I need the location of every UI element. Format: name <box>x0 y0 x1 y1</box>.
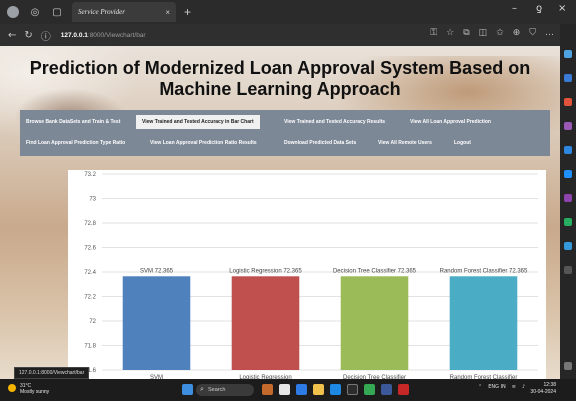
back-icon[interactable]: ← <box>8 30 16 41</box>
y-tick-label: 72.2 <box>84 295 96 301</box>
language-indicator[interactable]: ENG IN <box>488 384 506 390</box>
browser-tab-bar: ◎ ▢ Service Provider × + – ƍ × <box>0 0 576 24</box>
taskbar-search[interactable]: ⌕ Search <box>196 384 254 396</box>
split-screen-icon[interactable]: ◫ <box>479 28 488 38</box>
extension-icon[interactable]: ⧉ <box>463 28 469 38</box>
widgets-icon[interactable] <box>262 384 273 395</box>
app-icon[interactable] <box>381 384 392 395</box>
url-path: :8000/Viewchart/bar <box>87 31 146 39</box>
menu-item-prediction-type-ratio[interactable]: Find Loan Approval Prediction Type Ratio <box>20 136 131 150</box>
refresh-icon[interactable]: ↻ <box>24 30 32 41</box>
system-tray: ⌃ ENG IN ≋ ♪ <box>478 384 525 390</box>
nav-menu: Browse Bank DataSets and Train & Test Vi… <box>20 110 550 156</box>
outlook-icon[interactable] <box>564 194 572 202</box>
bar-data-label: Random Forest Classifier 72.365 <box>440 268 528 274</box>
bar-data-label: Logistic Regression 72.365 <box>229 268 302 274</box>
edge-icon[interactable] <box>330 384 341 395</box>
y-tick-label: 72.4 <box>84 270 96 276</box>
menu-item-remote-users[interactable]: View All Remote Users <box>372 136 438 150</box>
menu-item-accuracy-results[interactable]: View Trained and Tested Accuracy Results <box>278 115 391 129</box>
store-icon[interactable] <box>347 384 358 395</box>
weather-widget[interactable]: 31°C Mostly sunny <box>8 383 50 395</box>
status-url: 127.0.0.1:8000/Viewchart/bar <box>14 367 90 379</box>
designer-icon[interactable] <box>564 218 572 226</box>
task-view-icon[interactable] <box>279 384 290 395</box>
browser-tab[interactable]: Service Provider × <box>72 2 176 22</box>
tab-title: Service Provider <box>78 8 125 16</box>
bar-data-label: Decision Tree Classifier 72.365 <box>333 268 417 274</box>
bar-data-label: SVM 72.365 <box>140 268 174 274</box>
menu-item-logout[interactable]: Logout <box>448 136 477 150</box>
clock-date: 30-04-2024 <box>530 389 556 395</box>
y-tick-label: 73 <box>89 197 96 203</box>
shield-icon[interactable]: ⛉ <box>529 28 536 38</box>
search-icon: ⌕ <box>200 386 204 393</box>
address-bar: ← ↻ ⓘ 127.0.0.1:8000/Viewchart/bar ⚿ ☆ ⧉… <box>0 24 560 46</box>
key-icon[interactable]: ⚿ <box>430 28 437 38</box>
taskbar-search-label: Search <box>208 387 226 393</box>
screen: ◎ ▢ Service Provider × + – ƍ × ← ↻ ⓘ 127… <box>0 0 576 401</box>
page-title: Prediction of Modernized Loan Approval S… <box>29 58 531 99</box>
drop-icon[interactable] <box>564 242 572 250</box>
menu-item-bar-chart[interactable]: View Trained and Tested Accuracy in Bar … <box>136 115 260 129</box>
minimize-icon[interactable]: – <box>512 3 517 14</box>
profile-icon[interactable] <box>4 3 22 21</box>
file-explorer-icon[interactable] <box>313 384 324 395</box>
games-icon[interactable] <box>564 146 572 154</box>
office-icon[interactable] <box>564 170 572 178</box>
maximize-icon[interactable]: ƍ <box>536 3 542 14</box>
volume-icon[interactable]: ♪ <box>522 384 525 390</box>
sun-icon <box>8 384 16 392</box>
add-sidebar-icon[interactable] <box>564 266 572 274</box>
y-tick-label: 73.2 <box>84 172 96 178</box>
taskbar: 31°C Mostly sunny ⌕ Search ⌃ ENG IN ≋ ♪ … <box>0 379 576 401</box>
start-icon[interactable] <box>182 384 193 395</box>
menu-item-download-datasets[interactable]: Download Predicted Data Sets <box>278 136 362 150</box>
y-tick-label: 72 <box>89 319 96 325</box>
y-tick-label: 72.6 <box>84 246 96 252</box>
search-sidebar-icon[interactable] <box>564 50 572 58</box>
info-icon[interactable]: ⓘ <box>41 28 51 43</box>
sidebar-settings-icon[interactable] <box>564 362 572 370</box>
accuracy-bar-chart: 73.2 73 72.8 72.6 72.4 72.2 72 71.8 71.6 SVM 72.3… <box>68 170 546 379</box>
mail-icon[interactable] <box>296 384 307 395</box>
app2-icon[interactable] <box>398 384 409 395</box>
bar-1[interactable] <box>231 276 300 370</box>
tray-chevron-icon[interactable]: ⌃ <box>478 384 482 390</box>
shopping-icon[interactable] <box>564 98 572 106</box>
more-icon[interactable]: … <box>545 28 554 38</box>
clock-time: 12:38 <box>543 382 556 388</box>
tab-actions-icon[interactable]: ▢ <box>48 3 66 21</box>
y-tick-label: 72.8 <box>84 221 96 227</box>
workspaces-icon[interactable]: ◎ <box>26 3 44 21</box>
bar-3[interactable] <box>449 276 518 370</box>
url-host: 127.0.0.1 <box>60 31 88 39</box>
favorites-bar-icon[interactable]: ✩ <box>496 28 504 38</box>
bar-0[interactable] <box>122 276 191 370</box>
copilot-icon[interactable] <box>564 74 572 82</box>
chrome-icon[interactable] <box>364 384 375 395</box>
tools-icon[interactable] <box>564 122 572 130</box>
new-tab-button[interactable]: + <box>184 5 191 19</box>
address-bar-icons: ⚿ ☆ ⧉ ◫ ✩ ⊕ ⛉ … <box>430 28 554 38</box>
menu-item-browse-train-test[interactable]: Browse Bank DataSets and Train & Test <box>20 115 126 129</box>
wifi-icon[interactable]: ≋ <box>512 384 516 390</box>
chart-svg: 73.27372.872.672.472.27271.871.6SVM 72.3… <box>84 172 538 379</box>
bar-2[interactable] <box>340 276 409 370</box>
menu-item-view-loan-prediction[interactable]: View All Loan Approval Prediction <box>404 115 497 129</box>
url-field[interactable]: 127.0.0.1:8000/Viewchart/bar <box>61 32 146 39</box>
collections-icon[interactable]: ⊕ <box>513 28 521 38</box>
menu-item-prediction-ratio-results[interactable]: View Loan Approval Prediction Ratio Resu… <box>144 136 263 150</box>
tab-close-icon[interactable]: × <box>165 8 170 17</box>
y-tick-label: 71.8 <box>84 344 96 350</box>
weather-text: Mostly sunny <box>20 389 50 395</box>
page-content: Prediction of Modernized Loan Approval S… <box>0 46 560 379</box>
favorite-icon[interactable]: ☆ <box>446 28 454 38</box>
window-close-icon[interactable]: × <box>558 3 566 14</box>
clock[interactable]: 12:38 30-04-2024 <box>528 382 556 396</box>
browser-sidebar <box>560 24 576 379</box>
